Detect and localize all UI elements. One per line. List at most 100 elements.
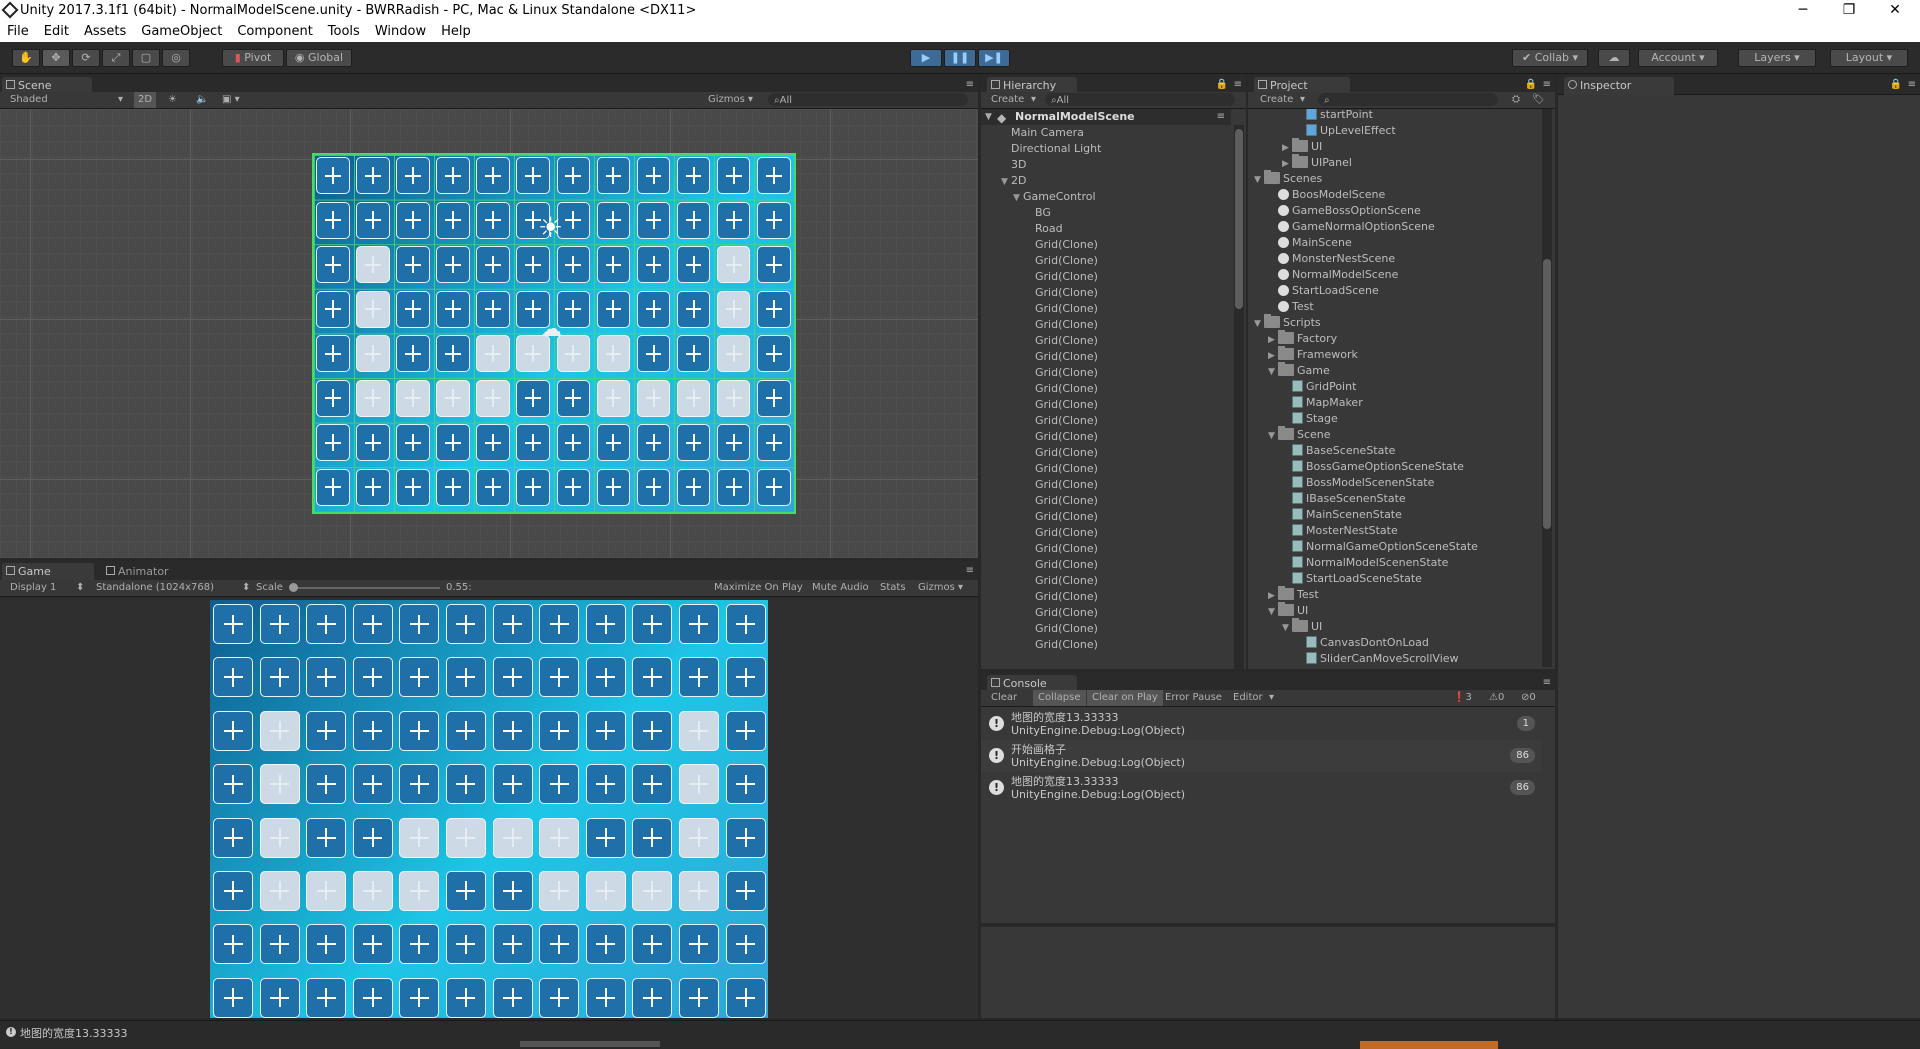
project-scrollbar[interactable]	[1542, 109, 1552, 667]
project-item[interactable]: BoosModelScene	[1248, 187, 1538, 203]
lock-icon[interactable]: 🔒	[1216, 79, 1228, 90]
project-item[interactable]: ▶ UI	[1248, 138, 1538, 156]
scale-slider-thumb[interactable]	[289, 583, 298, 592]
project-scroll-thumb[interactable]	[1543, 259, 1551, 529]
project-item[interactable]: ▶ UIPanel	[1248, 154, 1538, 172]
project-item[interactable]: GridPoint	[1248, 379, 1538, 395]
warning-count-icon[interactable]: ⚠0	[1489, 690, 1504, 706]
expand-arrow-icon[interactable]: ▼	[1254, 172, 1264, 188]
hand-tool-icon[interactable]: ✋	[12, 49, 40, 67]
rotate-tool-icon[interactable]: ⟳	[72, 49, 100, 67]
image-effects-icon[interactable]: ▣ ▾	[222, 92, 240, 108]
status-message[interactable]: 地图的宽度13.33333	[20, 1025, 128, 1041]
resolution-dropdown[interactable]: Standalone (1024x768)	[96, 580, 214, 596]
expand-arrow-icon[interactable]: ▼	[1001, 174, 1011, 190]
hierarchy-item[interactable]: Grid(Clone)	[981, 237, 1231, 253]
clear-button[interactable]: Clear	[991, 690, 1017, 706]
collapse-toggle[interactable]: Collapse	[1033, 690, 1086, 706]
layers-dropdown[interactable]: Layers ▾	[1738, 49, 1816, 67]
hierarchy-item[interactable]: Grid(Clone)	[981, 269, 1231, 285]
lock-icon[interactable]: 🔒	[1890, 79, 1902, 90]
project-item[interactable]: BossModelScenenState	[1248, 475, 1538, 491]
hierarchy-item[interactable]: Grid(Clone)	[981, 605, 1231, 621]
hierarchy-item[interactable]: Grid(Clone)	[981, 381, 1231, 397]
project-item[interactable]: Stage	[1248, 411, 1538, 427]
hierarchy-item[interactable]: Grid(Clone)	[981, 509, 1231, 525]
hierarchy-item[interactable]: BG	[981, 205, 1231, 221]
global-button[interactable]: ◉ Global	[286, 49, 352, 67]
project-item[interactable]: ▶ Framework	[1248, 346, 1538, 364]
expand-arrow-icon[interactable]: ▶	[1282, 140, 1292, 156]
project-item[interactable]: SliderCanMoveScrollView	[1248, 651, 1538, 667]
project-item[interactable]: ▼ Scripts	[1248, 314, 1538, 332]
lighting-icon[interactable]: ☀	[168, 92, 177, 108]
project-item[interactable]: ▶ Test	[1248, 586, 1538, 604]
info-count-icon[interactable]: ❗3	[1453, 690, 1472, 706]
audio-icon[interactable]: 🔈	[196, 92, 208, 108]
menu-gameobject[interactable]: GameObject	[134, 22, 230, 42]
project-item[interactable]: BossGameOptionSceneState	[1248, 459, 1538, 475]
tab-game[interactable]: Game	[2, 563, 94, 581]
expand-arrow-icon[interactable]: ▼	[1268, 364, 1278, 380]
pivot-button[interactable]: ▮ Pivot	[222, 49, 284, 67]
2d-toggle[interactable]: 2D	[134, 92, 156, 108]
menu-edit[interactable]: Edit	[37, 22, 77, 42]
menu-tools[interactable]: Tools	[321, 22, 368, 42]
hierarchy-item[interactable]: Grid(Clone)	[981, 621, 1231, 637]
filter-type-icon[interactable]: ⛭	[1512, 92, 1520, 108]
tab-inspector[interactable]: Inspector	[1564, 77, 1674, 95]
transform-tool-icon[interactable]: ◎	[162, 49, 190, 67]
camera-gizmo-icon[interactable]: ☁	[540, 317, 562, 342]
panel-menu-icon[interactable]: ≡	[1908, 79, 1916, 90]
project-create-dropdown[interactable]: Create	[1260, 92, 1293, 108]
project-item[interactable]: StartLoadScene	[1248, 283, 1538, 299]
project-item[interactable]: ▶ Factory	[1248, 330, 1538, 347]
hierarchy-item[interactable]: 3D	[981, 157, 1231, 173]
filter-label-icon[interactable]: 🏷	[1532, 92, 1545, 108]
project-item[interactable]: UpLevelEffect	[1248, 123, 1538, 139]
expand-arrow-icon[interactable]: ▼	[1013, 190, 1023, 206]
panel-menu-icon[interactable]: ≡	[966, 79, 974, 90]
editor-dropdown[interactable]: Editor	[1233, 690, 1263, 706]
move-tool-icon[interactable]: ✥	[42, 49, 70, 67]
panel-menu-icon[interactable]: ≡	[1234, 79, 1242, 90]
gizmos-dropdown[interactable]: Gizmos	[918, 580, 955, 596]
expand-arrow-icon[interactable]: ▼	[1282, 620, 1292, 636]
hierarchy-item[interactable]: Main Camera	[981, 125, 1231, 141]
log-entry[interactable]: ! 地图的宽度13.33333 UnityEngine.Debug:Log(Ob…	[981, 772, 1541, 804]
step-button[interactable]: ▶❚	[978, 49, 1010, 67]
project-item[interactable]: ▼ UI	[1248, 618, 1538, 636]
expand-arrow-icon[interactable]: ▶	[1268, 588, 1278, 604]
play-button[interactable]: ▶	[910, 49, 942, 67]
expand-arrow-icon[interactable]: ▶	[1282, 156, 1292, 172]
project-item[interactable]: CanvasDontOnLoad	[1248, 635, 1538, 651]
hierarchy-item[interactable]: ▼ GameControl	[981, 189, 1231, 205]
hierarchy-item[interactable]: Grid(Clone)	[981, 541, 1231, 557]
project-item[interactable]: ▼ Game	[1248, 362, 1538, 380]
scene-search-input[interactable]: ⌕All	[768, 93, 968, 106]
project-item[interactable]: Test	[1248, 299, 1538, 315]
project-item[interactable]: MainScene	[1248, 235, 1538, 251]
project-item[interactable]: NormalModelScenenState	[1248, 555, 1538, 571]
project-item[interactable]: GameNormalOptionScene	[1248, 219, 1538, 235]
hierarchy-item[interactable]: Grid(Clone)	[981, 413, 1231, 429]
shading-dropdown[interactable]: Shaded	[10, 92, 48, 108]
expand-arrow-icon[interactable]: ▶	[1268, 348, 1278, 364]
maximize-on-play-toggle[interactable]: Maximize On Play	[714, 580, 803, 596]
hierarchy-item[interactable]: Grid(Clone)	[981, 349, 1231, 365]
display-dropdown[interactable]: Display 1	[10, 580, 56, 596]
panel-menu-icon[interactable]: ≡	[966, 565, 974, 576]
log-entry[interactable]: ! 地图的宽度13.33333 UnityEngine.Debug:Log(Ob…	[981, 708, 1541, 740]
project-item[interactable]: ▼ Scenes	[1248, 170, 1538, 188]
game-viewport[interactable]	[0, 598, 978, 1018]
hierarchy-scrollbar[interactable]	[1234, 125, 1244, 669]
expand-arrow-icon[interactable]: ▼	[1268, 428, 1278, 444]
gizmos-dropdown[interactable]: Gizmos	[708, 92, 745, 108]
scale-tool-icon[interactable]: ⤢	[102, 49, 130, 67]
hierarchy-item[interactable]: Grid(Clone)	[981, 477, 1231, 493]
hierarchy-item[interactable]: Grid(Clone)	[981, 397, 1231, 413]
expand-arrow-icon[interactable]: ▼	[1254, 316, 1264, 332]
menu-component[interactable]: Component	[230, 22, 320, 42]
hierarchy-item[interactable]: Grid(Clone)	[981, 461, 1231, 477]
rect-tool-icon[interactable]: ▢	[132, 49, 160, 67]
